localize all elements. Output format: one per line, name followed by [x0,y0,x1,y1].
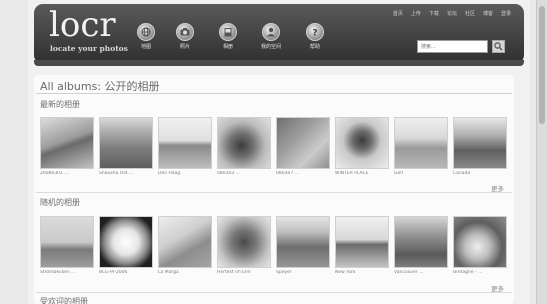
top-link[interactable]: 首页 [393,10,403,17]
album-card[interactable]: Shaoxha Old ... [99,117,157,176]
search-button[interactable] [492,40,505,53]
top-link[interactable]: 上传 [411,10,421,17]
nav-item-albums[interactable]: 相册 [208,23,248,50]
nav-item-my-space[interactable]: 我的空间 [251,23,291,50]
album-caption[interactable]: 080307 ... [276,171,332,176]
album-card[interactable]: Den Haag [158,117,216,176]
album-thumbnail[interactable] [335,216,389,268]
globe-icon [137,23,155,41]
user-icon [262,23,280,41]
album-card[interactable]: 20080301 ... [40,117,98,176]
album-card[interactable]: New York [335,216,393,275]
nav-item-map[interactable]: 地图 [126,23,166,50]
album-caption[interactable]: Speyer [276,270,332,275]
site-tagline: locate your photos [50,44,128,53]
album-caption[interactable]: Shaoxha Old ... [99,171,155,176]
section-title-popular: 受欢迎的相册 [40,297,88,304]
top-links: 首页 上传 下载 论坛 社区 博客 登录 [393,10,511,17]
album-card[interactable]: Vancouver ... [394,216,452,275]
album-caption[interactable]: WINTER PLACE [335,171,391,176]
album-caption[interactable]: Hertest im Elm [217,270,273,275]
section-title-random: 随机的相册 [40,198,80,207]
album-thumbnail[interactable] [394,216,448,268]
album-thumbnail[interactable] [453,216,507,268]
nav-item-help[interactable]: ? 帮助 [295,23,335,50]
nav-item-photos[interactable]: 照片 [165,23,205,50]
album-thumbnail[interactable] [40,216,94,268]
album-card[interactable]: 080307 ... [276,117,334,176]
album-caption[interactable]: Canada [453,171,509,176]
album-card[interactable]: Golf [394,117,452,176]
nav-label: 帮助 [309,44,320,50]
help-icon: ? [306,23,324,41]
album-thumbnail[interactable] [276,216,330,268]
album-thumbnail[interactable] [158,117,212,169]
album-card[interactable]: Speyer [276,216,334,275]
divider [36,192,512,193]
nav-label: 我的空间 [260,44,281,50]
nav-label: 地图 [140,44,151,50]
album-caption[interactable]: 080303 ... [217,171,273,176]
album-card[interactable]: WINTER PLACE [335,117,393,176]
album-caption[interactable]: Bretagne - ... [453,270,509,275]
album-caption[interactable]: Den Haag [158,171,214,176]
nav-label: 照片 [179,44,190,50]
album-thumbnail[interactable] [335,117,389,169]
album-card[interactable]: Hertest im Elm [217,216,275,275]
album-caption[interactable]: Strombecken ... [40,270,96,275]
header-bottom-bar [34,60,524,66]
album-thumbnail[interactable] [394,117,448,169]
album-thumbnail[interactable] [217,117,271,169]
scrollbar-thumb[interactable] [539,6,545,124]
album-caption[interactable]: BCG-PI-2006 [99,270,155,275]
top-link[interactable]: 下载 [429,10,439,17]
album-caption[interactable]: Vancouver ... [394,270,450,275]
top-link[interactable]: 论坛 [447,10,457,17]
album-thumbnail[interactable] [217,216,271,268]
album-card[interactable]: 080303 ... [217,117,275,176]
album-caption[interactable]: New York [335,270,391,275]
site-logo[interactable]: locr [49,8,116,42]
section-title-newest: 最新的相册 [40,100,80,109]
album-caption[interactable]: La Marga [158,270,214,275]
search-icon [494,42,503,51]
camera-icon [176,23,194,41]
album-card[interactable]: Canada [453,117,511,176]
nav-label: 相册 [222,44,233,50]
album-thumbnail[interactable] [99,216,153,268]
album-caption[interactable]: 20080301 ... [40,171,96,176]
album-card[interactable]: Strombecken ... [40,216,98,275]
album-thumbnail[interactable] [158,216,212,268]
top-link[interactable]: 博客 [483,10,493,17]
album-caption[interactable]: Golf [394,171,450,176]
top-link[interactable]: 登录 [501,10,511,17]
vertical-scrollbar[interactable] [536,0,547,304]
page-title: All albums: 公开的相册 [40,80,160,93]
top-link[interactable]: 社区 [465,10,475,17]
search-input[interactable] [417,40,488,53]
album-icon [219,23,237,41]
album-thumbnail[interactable] [453,117,507,169]
divider [36,292,512,293]
divider [36,93,512,94]
album-card[interactable]: BCG-PI-2006 [99,216,157,275]
album-thumbnail[interactable] [276,117,330,169]
album-card[interactable]: La Marga [158,216,216,275]
album-thumbnail[interactable] [40,117,94,169]
album-thumbnail[interactable] [99,117,153,169]
album-card[interactable]: Bretagne - ... [453,216,511,275]
svg-text:?: ? [312,29,317,39]
